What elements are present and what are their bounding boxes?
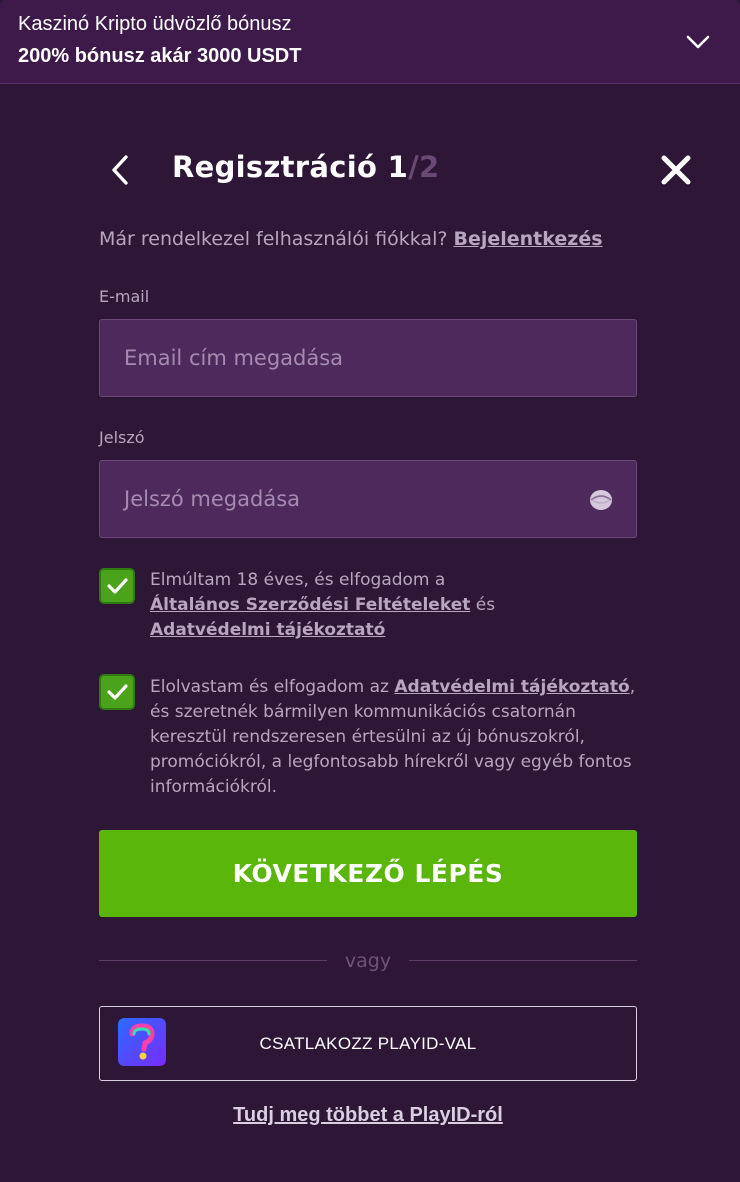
- banner-subtitle: 200% bónusz akár 3000 USDT: [18, 45, 302, 67]
- page-title: Regisztráció 1/2: [172, 150, 439, 184]
- email-field[interactable]: Email cím megadása: [99, 319, 637, 397]
- consent-1-conjunction: és: [470, 595, 496, 615]
- age-terms-text: Elmúltam 18 éves, és elfogadom a Általán…: [150, 568, 640, 643]
- consent-2-text: Elolvastam és elfogadom az: [150, 677, 395, 697]
- playid-button[interactable]: CSATLAKOZZ PLAYID-VAL: [99, 1006, 637, 1081]
- checkmark-icon: [107, 684, 128, 700]
- divider-line-left: [99, 960, 327, 961]
- email-label: E-mail: [99, 287, 150, 306]
- privacy-link-2[interactable]: Adatvédelmi tájékoztató: [394, 677, 629, 697]
- title-text: Regisztráció 1: [172, 150, 409, 184]
- chevron-left-icon[interactable]: [104, 152, 136, 188]
- close-icon[interactable]: [656, 150, 696, 190]
- marketing-text: Elolvastam és elfogadom az Adatvédelmi t…: [150, 675, 640, 800]
- divider-text: vagy: [344, 950, 392, 972]
- eye-icon[interactable]: [588, 487, 614, 513]
- banner-title: Kaszinó Kripto üdvözlő bónusz: [18, 13, 292, 35]
- divider-line-right: [409, 960, 637, 961]
- checkmark-icon: [107, 578, 128, 594]
- password-placeholder: Jelszó megadása: [124, 487, 301, 511]
- terms-link[interactable]: Általános Szerződési Feltételeket: [150, 595, 470, 615]
- login-prompt: Már rendelkezel felhasználói fiókkal? Be…: [99, 228, 603, 250]
- consent-1-text: Elmúltam 18 éves, és elfogadom a: [150, 570, 446, 590]
- learn-more-link[interactable]: Tudj meg többet a PlayID-ról: [0, 1104, 736, 1127]
- step-total: /2: [408, 150, 440, 184]
- age-terms-checkbox[interactable]: [99, 568, 135, 604]
- next-step-button[interactable]: KÖVETKEZŐ LÉPÉS: [99, 830, 637, 917]
- chevron-down-icon[interactable]: [684, 28, 712, 56]
- login-link[interactable]: Bejelentkezés: [453, 228, 602, 250]
- playid-button-label: CSATLAKOZZ PLAYID-VAL: [259, 1033, 477, 1053]
- email-placeholder: Email cím megadása: [124, 346, 344, 370]
- privacy-link[interactable]: Adatvédelmi tájékoztató: [150, 620, 385, 640]
- marketing-checkbox[interactable]: [99, 674, 135, 710]
- password-label: Jelszó: [99, 428, 145, 447]
- password-field[interactable]: Jelszó megadása: [99, 460, 637, 538]
- promo-banner[interactable]: Kaszinó Kripto üdvözlő bónusz 200% bónus…: [0, 0, 740, 84]
- login-prompt-text: Már rendelkezel felhasználói fiókkal?: [99, 228, 448, 250]
